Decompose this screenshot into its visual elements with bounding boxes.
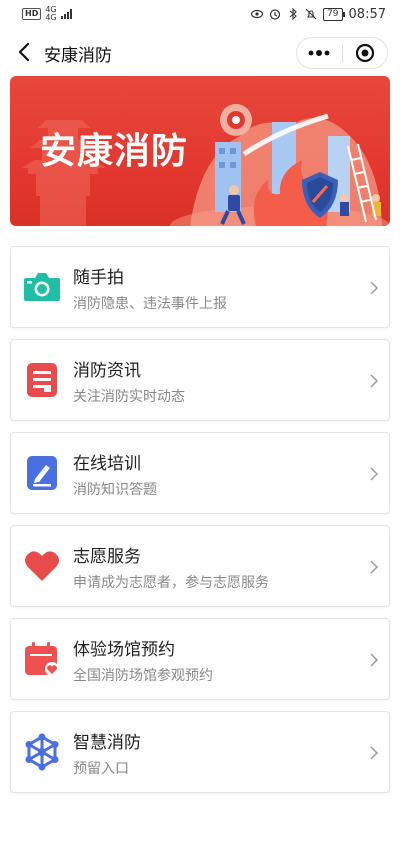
bluetooth-icon [287, 8, 299, 20]
menu-item-desc: 全国消防场馆参观预约 [73, 668, 213, 684]
menu-item-title: 消防资讯 [73, 361, 141, 381]
menu-item-title: 志愿服务 [73, 547, 141, 567]
menu-item-news[interactable]: 消防资讯 关注消防实时动态 [10, 339, 390, 421]
menu-item-desc: 预留入口 [73, 761, 129, 777]
menu-item-title: 在线培训 [73, 454, 141, 474]
menu-item-desc: 关注消防实时动态 [73, 389, 185, 405]
network-type: 4G 4G [45, 6, 56, 22]
chevron-right-icon [367, 558, 381, 576]
hd-badge: HD [22, 8, 42, 20]
mute-bell-icon [305, 8, 317, 20]
menu-item-desc: 消防隐患、违法事件上报 [73, 296, 227, 312]
menu-item-desc: 消防知识答题 [73, 482, 157, 498]
status-right: 79 08:57 [251, 7, 386, 22]
close-button[interactable] [343, 38, 388, 68]
mini-program-capsule [296, 37, 388, 69]
nav-bar: 安康消防 [0, 30, 400, 74]
camera-icon [23, 268, 61, 306]
hero-banner[interactable]: 安康消防 [10, 76, 390, 226]
clock: 08:57 [348, 6, 386, 22]
calendar-heart-icon [23, 640, 61, 678]
menu-item-smart-fire[interactable]: 智慧消防 预留入口 [10, 711, 390, 793]
menu-item-volunteer[interactable]: 志愿服务 申请成为志愿者，参与志愿服务 [10, 525, 390, 607]
menu-item-title: 体验场馆预约 [73, 640, 175, 660]
battery-icon: 79 [323, 7, 346, 21]
menu-item-title: 智慧消防 [73, 733, 141, 753]
menu-item-title: 随手拍 [73, 268, 124, 288]
target-close-icon [355, 43, 374, 63]
status-left: HD 4G 4G [22, 6, 72, 22]
pen-edit-icon [23, 454, 61, 492]
menu-item-training[interactable]: 在线培训 消防知识答题 [10, 432, 390, 514]
menu-item-snapshot[interactable]: 随手拍 消防隐患、违法事件上报 [10, 246, 390, 328]
alarm-icon [269, 8, 281, 20]
menu-item-venue-booking[interactable]: 体验场馆预约 全国消防场馆参观预约 [10, 618, 390, 700]
network-type-bottom: 4G [45, 13, 57, 22]
chevron-left-icon [18, 42, 30, 62]
network-hexagon-icon [23, 733, 61, 771]
status-bar: HD 4G 4G 79 08:57 [0, 0, 400, 28]
back-button[interactable] [12, 40, 36, 64]
eye-icon [251, 8, 264, 20]
chevron-right-icon [367, 465, 381, 483]
menu-item-desc: 申请成为志愿者，参与志愿服务 [73, 575, 269, 591]
chevron-right-icon [367, 651, 381, 669]
page-title: 安康消防 [44, 46, 112, 66]
banner-title: 安康消防 [40, 131, 189, 172]
heart-icon [23, 547, 61, 585]
chevron-right-icon [367, 279, 381, 297]
news-document-icon [23, 361, 61, 399]
chevron-right-icon [367, 372, 381, 390]
more-button[interactable] [297, 38, 342, 68]
more-dots-icon [308, 50, 330, 56]
signal-icon [60, 9, 72, 19]
chevron-right-icon [367, 744, 381, 762]
